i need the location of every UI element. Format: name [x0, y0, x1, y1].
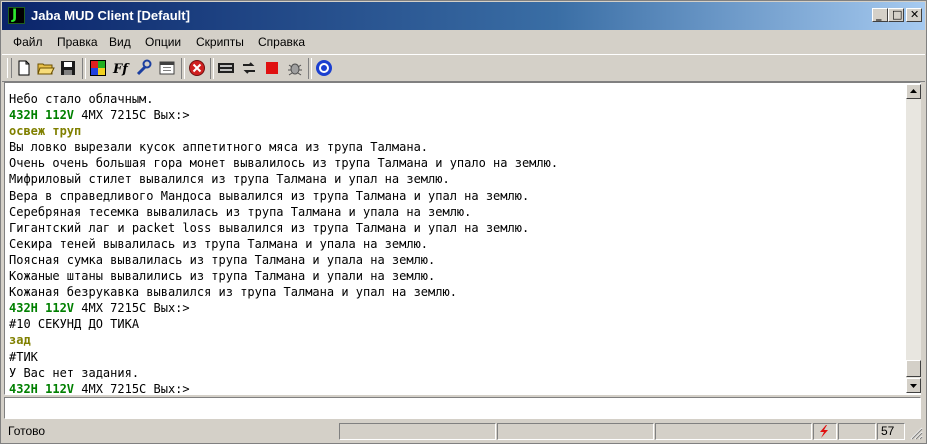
window-title: Jaba MUD Client [Default]	[31, 8, 190, 23]
output-line: Очень очень большая гора монет вывалилос…	[9, 156, 559, 171]
prompt-rest: 4MX 7215C Вых:>	[74, 108, 190, 123]
toolbar-grip[interactable]	[7, 58, 12, 78]
disconnect-icon[interactable]	[188, 59, 206, 77]
menu-help[interactable]: Справка	[258, 35, 305, 49]
window-icon[interactable]	[158, 59, 176, 77]
help-icon[interactable]	[315, 59, 333, 77]
maximize-icon: □	[892, 8, 903, 21]
output-line: #ТИК	[9, 349, 38, 364]
prompt-line: 432H 112V 4MX 7215C Вых:>	[9, 381, 558, 393]
app-logo-icon: J	[8, 7, 25, 24]
status-panel-empty	[838, 423, 876, 440]
toolbar-separator	[82, 58, 86, 79]
app-window: J Jaba MUD Client [Default] _ □ ✕ Файл П…	[0, 0, 927, 444]
scroll-down-button[interactable]	[906, 378, 921, 393]
output-line: Кожаные штаны вывалились из трупа Талман…	[9, 269, 436, 284]
status-text: Готово	[8, 424, 46, 438]
colors-icon[interactable]	[89, 59, 107, 77]
output-line: Поясная сумка вывалилась из трупа Талман…	[9, 252, 436, 267]
minimize-button[interactable]: _	[872, 8, 888, 22]
scroll-thumb[interactable]	[906, 360, 921, 377]
connection-status-indicator[interactable]	[813, 423, 837, 440]
command-echo-line: освеж труп	[9, 124, 82, 139]
line-counter: 57	[877, 423, 905, 440]
output-line: Серебряная тесемка вывалилась из трупа Т…	[9, 204, 472, 219]
maximize-button[interactable]: □	[888, 8, 904, 22]
arrow-up-icon	[910, 89, 917, 93]
output-lines: Небо стало облачным. 432H 112V 4MX 7215C …	[9, 91, 558, 393]
output-line: У Вас нет задания.	[9, 365, 140, 380]
prompt-line: 432H 112V 4MX 7215C Вых:>	[9, 107, 558, 123]
prompt-stats: 432H 112V	[9, 108, 75, 123]
prompt-line: 432H 112V 4MX 7215C Вых:>	[9, 300, 558, 316]
arrow-down-icon	[910, 384, 917, 388]
command-input[interactable]	[6, 399, 917, 417]
close-icon: ✕	[910, 8, 920, 21]
menu-scripts[interactable]: Скрипты	[196, 35, 244, 49]
settings-wrench-icon[interactable]	[135, 59, 153, 77]
minimize-icon: _	[876, 8, 882, 21]
mud-output-pane: Небо стало облачным. 432H 112V 4MX 7215C …	[4, 82, 921, 395]
output-line: Секира теней вывалилась из трупа Талмана…	[9, 236, 429, 251]
menu-view[interactable]: Вид	[109, 35, 131, 49]
new-file-icon[interactable]	[15, 59, 33, 77]
fonts-label: Ff	[112, 62, 130, 77]
toolbar: Ff	[2, 54, 925, 82]
reconnect-icon[interactable]	[240, 59, 258, 77]
menu-file[interactable]: Файл	[13, 35, 43, 49]
vertical-scrollbar[interactable]	[906, 84, 921, 393]
menu-edit[interactable]: Правка	[57, 35, 98, 49]
save-icon[interactable]	[59, 59, 77, 77]
lightning-icon	[820, 425, 828, 438]
status-panel-3	[655, 423, 812, 440]
status-bar: Готово 57	[2, 421, 925, 443]
toolbar-separator	[181, 58, 185, 79]
app-icon-letter: J	[12, 7, 18, 23]
prompt-rest: 4MX 7215C Вых:>	[74, 381, 190, 393]
output-text-area[interactable]: Небо стало облачным. 432H 112V 4MX 7215C …	[6, 84, 904, 393]
toolbar-separator	[308, 58, 312, 79]
status-panel-1	[339, 423, 496, 440]
output-line: Кожаная безрукавка вывалился из трупа Та…	[9, 285, 457, 300]
menu-options[interactable]: Опции	[145, 35, 181, 49]
log-icon[interactable]	[217, 59, 235, 77]
prompt-stats: 432H 112V	[9, 381, 75, 393]
title-bar[interactable]: J Jaba MUD Client [Default] _ □ ✕	[2, 2, 925, 30]
resize-grip-icon[interactable]	[908, 425, 923, 440]
status-panel-2	[497, 423, 654, 440]
output-line: #10 СЕКУНД ДО ТИКА	[9, 317, 140, 332]
output-line: Вера в справедливого Мандоса вывалился и…	[9, 188, 530, 203]
output-line: Вы ловко вырезали кусок аппетитного мяса…	[9, 140, 429, 155]
command-echo-line: зад	[9, 333, 31, 348]
command-input-box	[4, 397, 921, 419]
output-line: Гигантский лаг и packet loss вывалился и…	[9, 220, 530, 235]
prompt-stats: 432H 112V	[9, 301, 75, 316]
scroll-up-button[interactable]	[906, 84, 921, 99]
toolbar-separator	[210, 58, 214, 79]
output-line: Мифриловый стилет вывалился из трупа Тал…	[9, 172, 450, 187]
fonts-icon[interactable]: Ff	[112, 59, 130, 77]
prompt-rest: 4MX 7215C Вых:>	[74, 301, 190, 316]
output-line: Небо стало облачным.	[9, 92, 154, 106]
menu-bar: Файл Правка Вид Опции Скрипты Справка	[2, 31, 925, 53]
close-button[interactable]: ✕	[906, 8, 922, 22]
stop-icon[interactable]	[263, 59, 281, 77]
open-folder-icon[interactable]	[37, 59, 55, 77]
debug-bug-icon[interactable]	[286, 59, 304, 77]
